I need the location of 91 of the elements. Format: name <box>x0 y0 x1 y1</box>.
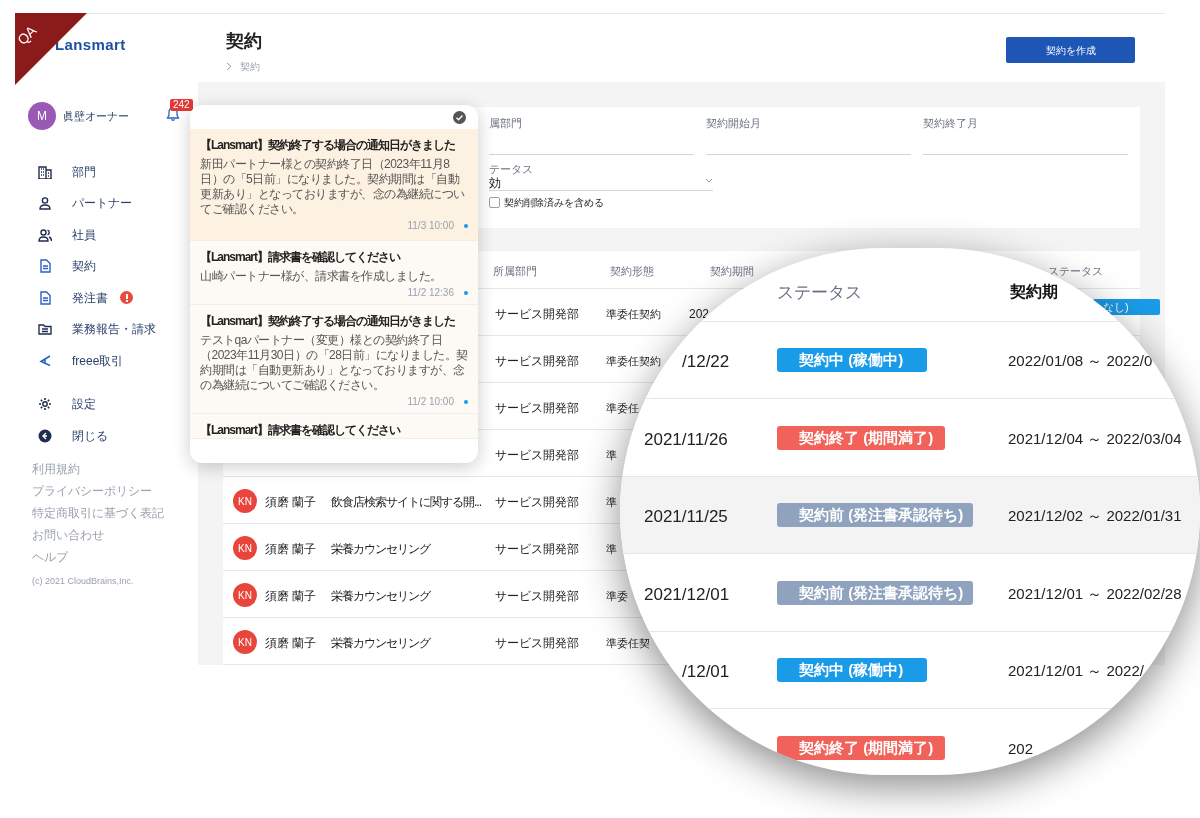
building-icon <box>38 164 52 179</box>
column-header[interactable]: 所属部門 <box>493 263 537 280</box>
filter-field[interactable]: 属部門 <box>489 115 694 156</box>
table-cell-text: サービス開発部 <box>495 306 579 323</box>
person-icon <box>38 196 52 211</box>
nav-link[interactable]: 設定 <box>72 395 96 414</box>
status-badge: 契約中 (稼働中) <box>777 348 927 372</box>
table-cell-text: /12/22 <box>682 351 730 373</box>
column-header[interactable]: 契約形態 <box>610 263 654 280</box>
check-circle-icon[interactable] <box>453 110 466 124</box>
table-cell-text: サービス開発部 <box>495 635 579 652</box>
nav-link[interactable]: 発注書 <box>72 288 108 307</box>
status-badge: 契約前 (発注書承認待ち) <box>777 503 973 527</box>
table-cell-text: サービス開発部 <box>495 588 579 605</box>
document-icon <box>38 290 52 305</box>
user-avatar[interactable]: M <box>28 102 56 130</box>
back-icon <box>38 428 52 443</box>
table-cell-text: サービス開発部 <box>495 400 579 417</box>
nav-link[interactable]: 閉じる <box>72 426 108 445</box>
table-cell-text: 2021/12/01 ～ 2022/ <box>1008 661 1144 681</box>
table-cell-text: 2021/12/01 <box>644 583 730 606</box>
table-cell-text: サービス開発部 <box>495 353 579 370</box>
notification-item[interactable]: 【Lansmart】契約終了する場合の通知日がきました 新田パートナー様との契約終了日（2023年11月8日）の「5日前」になりました。契約期間は「自動更新あり」となっておりますが、念の為継続についてご確認ください。 11/3 10:00 <box>190 129 478 241</box>
table-cell-text: 栄養カウンセリング <box>331 635 430 652</box>
table-cell-text: 2021/12/02 ～ 2022/01/31 <box>1008 506 1182 526</box>
table-cell-text: /12/01 <box>682 661 730 683</box>
table-cell-text: 準 <box>606 542 617 557</box>
table-cell-text: 準委 <box>606 589 628 604</box>
table-cell-text: 2021/11/26 <box>644 428 728 451</box>
nav-link[interactable]: 業務報告・請求 <box>72 320 156 339</box>
table-cell-text: 2021/12/04 ～ 2022/03/04 <box>1008 428 1182 449</box>
table-cell-text: 202 <box>689 306 710 323</box>
table-cell-text: 栄養カウンセリング <box>331 588 430 605</box>
document-icon <box>38 259 52 274</box>
status-badge: 契約終了 (期間満了) <box>777 425 945 450</box>
highlighted-row[interactable]: 2021/11/25 契約前 (発注書承認待ち) 2021/12/02 ～ 2022/01/31 <box>620 477 1200 554</box>
table-cell-text: 須磨 蘭子 <box>265 494 317 511</box>
table-cell-text: サービス開発部 <box>495 447 579 464</box>
nav-link[interactable]: 契約 <box>72 257 96 276</box>
status-badge: 契約中 (稼働中) <box>777 658 927 682</box>
initials-avatar: KN <box>233 583 257 607</box>
page-title: 契約 <box>226 30 262 53</box>
table-cell-text: サービス開発部 <box>495 541 579 558</box>
table-cell-text: 準委任 <box>606 401 639 416</box>
column-header[interactable]: ステータス <box>777 280 862 306</box>
status-badge: 契約前 (発注書承認待ち) <box>777 580 973 605</box>
initials-avatar: KN <box>233 489 257 513</box>
table-cell-text: 準 <box>606 495 617 510</box>
filter-field[interactable]: 契約開始月 <box>706 115 911 156</box>
initials-avatar: KN <box>233 630 257 654</box>
table-cell-text: 準委任契約 <box>606 354 661 369</box>
notification-count-badge: 242 <box>170 99 193 111</box>
checkbox-label[interactable]: 契約削除済みを含める <box>504 195 604 211</box>
table-cell-text: 栄養カウンセリング <box>331 541 430 558</box>
table-cell-text: 準委任契約 <box>606 307 661 322</box>
column-header[interactable]: 契約期間 <box>710 263 754 280</box>
table-cell-text: 須磨 蘭子 <box>265 588 317 605</box>
user-name: 眞壁オーナー <box>63 108 129 124</box>
checkbox[interactable] <box>489 197 500 209</box>
column-header[interactable]: 契約期 <box>1010 280 1058 304</box>
nav-link[interactable]: freee取引 <box>72 351 124 370</box>
nav-link[interactable]: 部門 <box>72 162 96 181</box>
table-cell-text: 202 <box>1008 738 1034 759</box>
table-cell-text: 2021/12/01 ～ 2022/02/28 <box>1008 583 1182 604</box>
initials-avatar: KN <box>233 536 257 560</box>
table-cell-text: 2021/11/25 <box>644 506 728 528</box>
nav-link[interactable]: パートナー <box>72 194 132 213</box>
notification-item[interactable]: 【Lansmart】請求書を確認してください 山崎パートナー様が、請求書を作成しました。 11/2 12:36 <box>190 241 478 305</box>
create-contract-button[interactable]: 契約を作成 <box>1006 37 1135 63</box>
notification-item[interactable]: 【Lansmart】契約終了する場合の通知日がきました テストqaパートナー（変更）様との契約終了日（2023年11月30日）の「28日前」になりました。契約期間は「自動更新あり」となっておりますが、念の為継続についてご確認ください。 11/2 10:00 <box>190 305 478 414</box>
chevron-right-icon <box>226 62 232 71</box>
nav-link[interactable]: 社員 <box>72 225 96 244</box>
arrow-icon <box>38 353 52 368</box>
folder-icon <box>38 322 52 337</box>
status-badge: 契約終了 (期間満了) <box>777 735 945 760</box>
copyright-text: (c) 2021 CloudBrains,Inc. <box>32 574 135 588</box>
table-cell-text: 飲食店検索サイトに関する開... <box>331 494 481 511</box>
filter-field[interactable]: 契約終了月 <box>923 115 1128 156</box>
ribbon-label: QA <box>12 21 41 50</box>
table-cell-text: 須磨 蘭子 <box>265 635 317 652</box>
table-cell-text: 2022/01/08 ～ 2022/0 <box>1008 351 1153 371</box>
table-cell-text: 準委任契 <box>606 636 650 651</box>
table-cell-text: 須磨 蘭子 <box>265 541 317 558</box>
settings-icon <box>38 397 52 412</box>
people-icon <box>38 227 52 242</box>
brand-logo: Lansmart <box>55 34 126 55</box>
status-select[interactable]: テータス 効 <box>489 163 713 192</box>
table-cell-text: 準 <box>606 448 617 463</box>
notification-item[interactable]: 【Lansmart】請求書を確認してください <box>190 414 478 439</box>
table-cell-text: サービス開発部 <box>495 494 579 511</box>
chevron-down-icon <box>705 178 713 184</box>
